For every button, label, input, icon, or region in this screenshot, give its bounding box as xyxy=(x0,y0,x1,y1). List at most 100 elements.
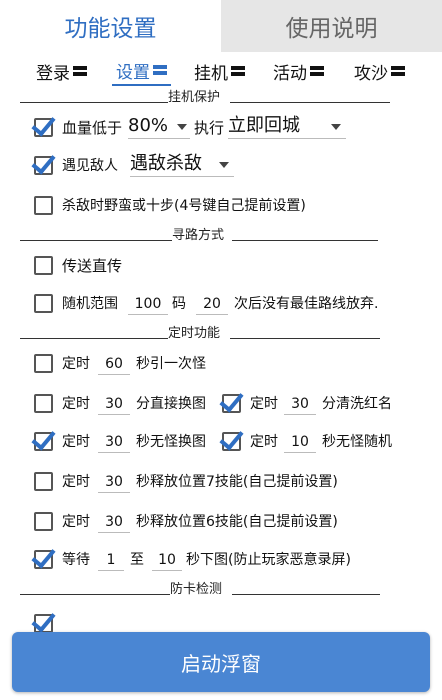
wait-to-label: 至 xyxy=(130,552,144,568)
hp-threshold-value: 80% xyxy=(128,115,169,136)
menu-icon xyxy=(231,65,245,77)
timer-clear-red-suffix: 分清洗红名 xyxy=(322,396,392,412)
timer-lure-row: 定时 60 秒引一次怪 xyxy=(0,352,442,384)
enemy-action-value: 遇敌杀敌 xyxy=(130,153,202,174)
range-unit-label: 码 xyxy=(172,296,186,312)
menu-icon xyxy=(73,65,87,77)
section-divider xyxy=(20,240,172,241)
random-range-label: 随机范围 xyxy=(62,296,118,312)
wait-prefix: 等待 xyxy=(62,552,90,568)
sub-tab-activity[interactable]: 活动 xyxy=(273,56,324,86)
timer-skill7-input[interactable]: 30 xyxy=(98,472,130,493)
timer-skill7-row: 定时 30 秒释放位置7技能(自己提前设置) xyxy=(0,470,442,502)
section-title-anti-stuck: 防卡检测 xyxy=(170,582,223,597)
retry-times-input[interactable]: 20 xyxy=(196,294,228,315)
timer-no-monster-random-suffix: 秒无怪随机 xyxy=(322,434,392,450)
timer-no-monster-map-checkbox[interactable] xyxy=(34,432,53,451)
menu-icon xyxy=(391,65,405,77)
timer-lure-input[interactable]: 60 xyxy=(98,354,130,375)
tab-function-settings[interactable]: 功能设置 xyxy=(0,0,221,52)
kill-savage-label: 杀敌时野蛮或十步(4号键自己提前设置) xyxy=(62,198,306,214)
sub-tab-settings[interactable]: 设置 xyxy=(112,56,171,86)
timer-no-monster-map-prefix: 定时 xyxy=(62,434,90,450)
meet-enemy-row: 遇见敌人 遇敌杀敌 xyxy=(0,150,442,182)
timer-skill6-checkbox[interactable] xyxy=(34,512,53,531)
timer-skill6-prefix: 定时 xyxy=(62,514,90,530)
tab-instructions[interactable]: 使用说明 xyxy=(221,0,442,52)
scroll-overflow-area xyxy=(0,604,442,633)
section-divider xyxy=(230,102,390,103)
sub-tab-bar: 登录 设置 挂机 活动 攻沙 xyxy=(0,56,442,88)
hp-low-checkbox[interactable] xyxy=(34,118,53,137)
timer-no-monster-map-suffix: 秒无怪换图 xyxy=(136,434,206,450)
hp-low-row: 血量低于 80% 执行 立即回城 xyxy=(0,112,442,144)
timer-no-monster-random-prefix: 定时 xyxy=(250,434,278,450)
kill-savage-checkbox[interactable] xyxy=(34,196,53,215)
sub-tab-hangup[interactable]: 挂机 xyxy=(194,56,245,86)
timer-clear-red-prefix: 定时 xyxy=(250,396,278,412)
timer-change-map-checkbox[interactable] xyxy=(34,394,53,413)
timer-lure-prefix: 定时 xyxy=(62,356,90,372)
section-divider xyxy=(230,338,380,339)
section-divider xyxy=(232,594,380,595)
section-divider xyxy=(20,594,170,595)
action-label: 执行 xyxy=(194,119,225,137)
timer-change-map-row: 定时 30 分直接换图 定时 30 分清洗红名 xyxy=(0,392,442,424)
wait-suffix: 秒下图(防止玩家恶意录屏) xyxy=(186,552,351,568)
hp-low-label: 血量低于 xyxy=(62,119,123,137)
timer-clear-red-input[interactable]: 30 xyxy=(284,394,316,415)
start-floating-window-button[interactable]: 启动浮窗 xyxy=(12,632,430,692)
wait-to-input[interactable]: 10 xyxy=(152,550,182,571)
top-tab-bar: 功能设置 使用说明 xyxy=(0,0,442,52)
timer-skill6-suffix: 秒释放位置6技能(自己提前设置) xyxy=(136,514,338,530)
sub-tab-label: 攻沙 xyxy=(354,63,388,84)
random-range-suffix: 次后没有最佳路线放弃. xyxy=(234,296,379,312)
teleport-checkbox[interactable] xyxy=(34,256,53,275)
sub-tab-label: 设置 xyxy=(116,62,150,83)
teleport-label: 传送直传 xyxy=(62,257,123,275)
timer-change-map-input[interactable]: 30 xyxy=(98,394,130,415)
menu-icon xyxy=(153,64,167,76)
hp-action-value: 立即回城 xyxy=(228,115,300,136)
anti-stuck-checkbox[interactable] xyxy=(34,614,53,633)
sub-tab-label: 活动 xyxy=(273,63,307,84)
timer-no-monster-map-input[interactable]: 30 xyxy=(98,432,130,453)
timer-lure-suffix: 秒引一次怪 xyxy=(136,356,206,372)
sub-tab-label: 挂机 xyxy=(194,63,228,84)
sub-tab-login[interactable]: 登录 xyxy=(36,56,87,86)
random-range-checkbox[interactable] xyxy=(34,294,53,313)
section-title-timer: 定时功能 xyxy=(168,326,221,341)
section-title-hangup-protect: 挂机保护 xyxy=(168,90,221,105)
hp-action-select[interactable]: 立即回城 xyxy=(228,114,346,139)
meet-enemy-label: 遇见敌人 xyxy=(62,158,118,174)
timer-lure-checkbox[interactable] xyxy=(34,354,53,373)
range-input[interactable]: 100 xyxy=(128,294,168,315)
section-divider xyxy=(232,240,378,241)
timer-clear-red-checkbox[interactable] xyxy=(222,394,241,413)
timer-change-map-suffix: 分直接换图 xyxy=(136,396,206,412)
wait-row: 等待 1 至 10 秒下图(防止玩家恶意录屏) xyxy=(0,548,442,580)
random-range-row: 随机范围 100 码 20 次后没有最佳路线放弃. xyxy=(0,292,442,324)
sub-tab-label: 登录 xyxy=(36,63,70,84)
sub-tab-siege[interactable]: 攻沙 xyxy=(354,56,405,86)
section-divider xyxy=(20,338,168,339)
meet-enemy-checkbox[interactable] xyxy=(34,156,53,175)
section-title-pathing: 寻路方式 xyxy=(172,228,225,243)
chevron-down-icon xyxy=(331,124,341,130)
menu-icon xyxy=(310,65,324,77)
timer-skill6-input[interactable]: 30 xyxy=(98,512,130,533)
timer-skill6-row: 定时 30 秒释放位置6技能(自己提前设置) xyxy=(0,510,442,542)
chevron-down-icon xyxy=(219,162,229,168)
kill-savage-row: 杀敌时野蛮或十步(4号键自己提前设置) xyxy=(0,192,442,224)
timer-no-monster-row: 定时 30 秒无怪换图 定时 10 秒无怪随机 xyxy=(0,430,442,462)
timer-change-map-prefix: 定时 xyxy=(62,396,90,412)
timer-no-monster-random-checkbox[interactable] xyxy=(222,432,241,451)
wait-from-input[interactable]: 1 xyxy=(98,550,124,571)
wait-checkbox[interactable] xyxy=(34,550,53,569)
timer-skill7-suffix: 秒释放位置7技能(自己提前设置) xyxy=(136,474,338,490)
timer-skill7-checkbox[interactable] xyxy=(34,472,53,491)
section-divider xyxy=(20,102,168,103)
timer-skill7-prefix: 定时 xyxy=(62,474,90,490)
timer-no-monster-random-input[interactable]: 10 xyxy=(284,432,316,453)
teleport-row: 传送直传 xyxy=(0,254,442,286)
